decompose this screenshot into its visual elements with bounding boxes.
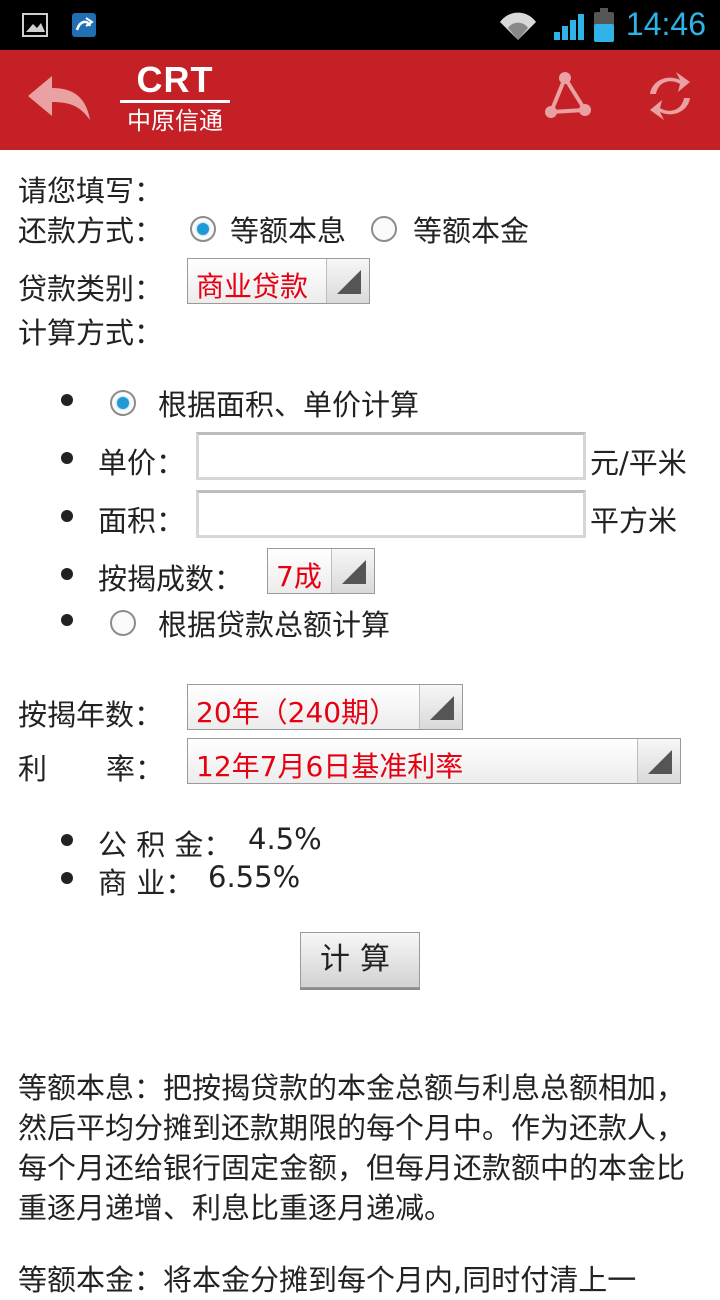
years-value: 20年（240期）	[196, 696, 398, 729]
repay-option-equal-installment[interactable]: 等额本息	[230, 208, 346, 250]
logo-subtitle: 中原信通	[127, 107, 223, 135]
fund-rate-value: 4.5%	[248, 822, 322, 856]
rate-select[interactable]: 12年7月6日基准利率	[187, 738, 681, 784]
calculate-button[interactable]: 计算	[300, 932, 420, 988]
loan-calculator-form: 请您填写： 还款方式： 等额本息 等额本金 贷款类别： 商业贷款 计算方式： 根…	[0, 150, 720, 1297]
area-label: 面积：	[98, 504, 186, 538]
unit-price-label: 单价：	[98, 446, 186, 480]
form-intro: 请您填写：	[18, 174, 164, 208]
area-input[interactable]	[196, 490, 586, 538]
radio-method-total[interactable]	[110, 610, 136, 636]
back-button[interactable]	[24, 72, 94, 128]
list-bullet	[61, 510, 73, 522]
signal-battery-icons	[500, 8, 614, 42]
dropdown-arrow-icon	[326, 259, 369, 303]
logo-text: CRT	[136, 59, 214, 100]
rate-label-char: 利	[18, 752, 48, 786]
notification-icons	[22, 13, 96, 37]
method-total-label[interactable]: 根据贷款总额计算	[158, 602, 390, 644]
calc-method-label: 计算方式：	[18, 316, 164, 350]
note-equal-principal: 等额本金：将本金分摊到每个月内,同时付清上一	[18, 1263, 637, 1297]
status-icons-left	[22, 12, 132, 44]
logo-rule	[120, 100, 230, 103]
dropdown-arrow-icon	[419, 685, 462, 729]
list-bullet	[61, 452, 73, 464]
list-bullet	[61, 872, 73, 884]
radio-equal-installment[interactable]	[190, 216, 216, 242]
years-label: 按揭年数：	[18, 698, 164, 732]
radio-equal-principal[interactable]	[371, 216, 397, 242]
mortgage-ratio-select[interactable]: 7成	[267, 548, 375, 594]
share-icon	[545, 72, 591, 118]
area-unit: 平方米	[590, 504, 678, 538]
refresh-button[interactable]	[642, 68, 698, 124]
list-bullet	[61, 394, 73, 406]
refresh-icon	[650, 72, 690, 120]
loan-type-select[interactable]: 商业贷款	[187, 258, 370, 304]
repay-method-label: 还款方式：	[18, 214, 164, 248]
loan-type-label: 贷款类别：	[18, 272, 164, 306]
commercial-rate-value: 6.55%	[208, 860, 301, 894]
status-bar: 14:46	[0, 0, 720, 50]
repay-option-equal-principal[interactable]: 等额本金	[413, 208, 529, 250]
years-select[interactable]: 20年（240期）	[187, 684, 463, 730]
commercial-rate-label: 商 业：	[98, 866, 195, 900]
loan-type-value: 商业贷款	[196, 270, 309, 303]
dropdown-arrow-icon	[331, 549, 374, 593]
list-bullet	[61, 834, 73, 846]
dropdown-arrow-icon	[637, 739, 680, 783]
list-bullet	[61, 568, 73, 580]
rate-value: 12年7月6日基准利率	[196, 750, 464, 783]
unit-price-input[interactable]	[196, 432, 586, 480]
method-area-price-label[interactable]: 根据面积、单价计算	[158, 382, 419, 424]
back-arrow-icon	[28, 76, 90, 120]
mortgage-ratio-label: 按揭成数：	[98, 562, 244, 596]
mortgage-ratio-value: 7成	[276, 560, 322, 593]
share-button[interactable]	[543, 70, 593, 122]
fund-rate-label: 公 积 金：	[98, 828, 233, 862]
radio-method-area-price[interactable]	[110, 390, 136, 416]
app-header: CRT 中原信通	[0, 50, 720, 150]
note-equal-installment: 等额本息：把按揭贷款的本金总额与利息总额相加，然后平均分摊到还款期限的每个月中。…	[18, 1071, 686, 1225]
app-logo: CRT 中原信通	[118, 62, 232, 135]
list-bullet	[61, 614, 73, 626]
clock: 14:46	[625, 6, 706, 42]
unit-price-unit: 元/平米	[590, 446, 687, 480]
rate-label: 率：	[106, 752, 165, 786]
